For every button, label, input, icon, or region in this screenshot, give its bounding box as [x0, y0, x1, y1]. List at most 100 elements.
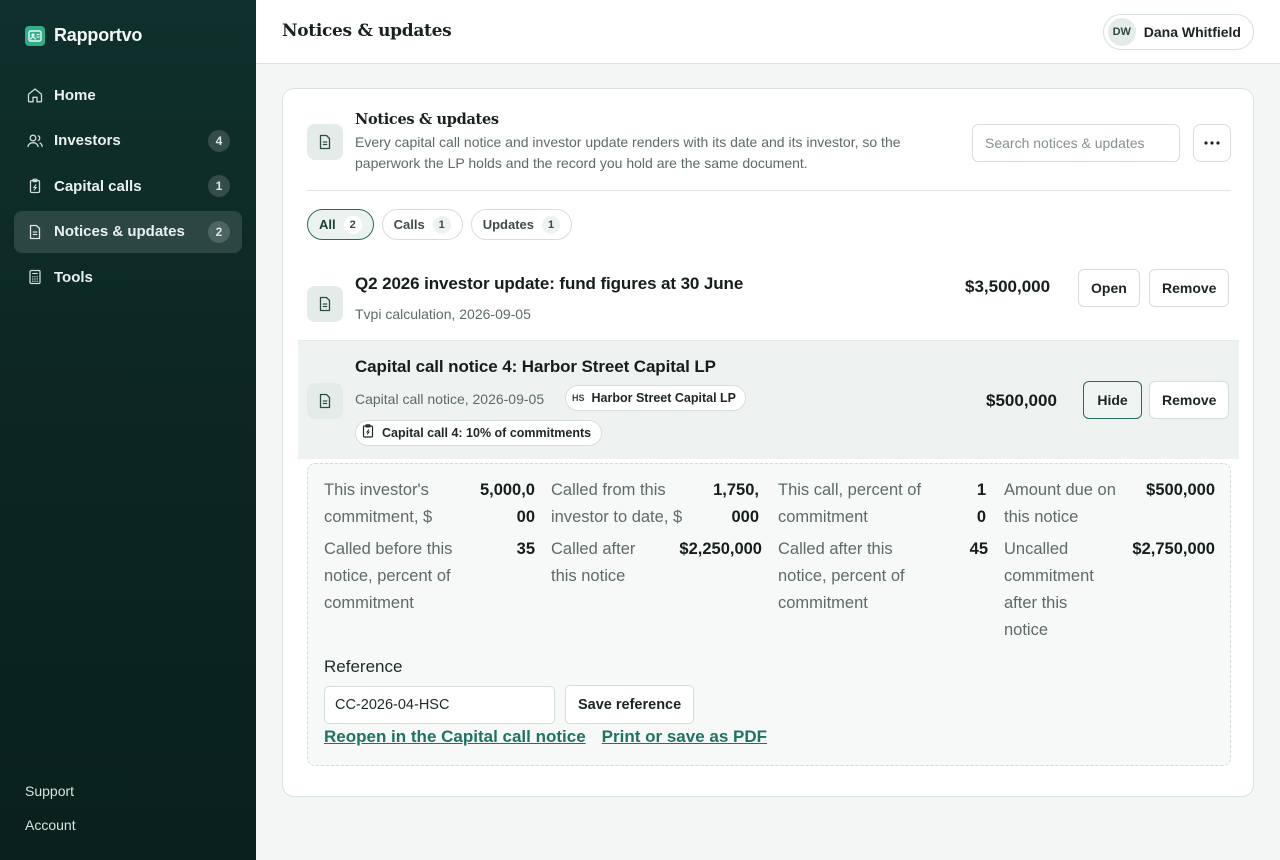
- tab-label: Updates: [482, 217, 534, 232]
- notice-title: Q2 2026 investor update: fund figures at…: [355, 274, 744, 293]
- notice-amount: $500,000: [986, 391, 1057, 410]
- sidebar-footer: Support Account: [25, 783, 76, 851]
- fact-label: Uncalled commitment after this notice: [1004, 540, 1094, 639]
- tab-label: Calls: [393, 217, 425, 232]
- fact-value: 5,000,000: [479, 481, 535, 526]
- notice-title: Capital call notice 4: Harbor Street Cap…: [355, 357, 716, 376]
- fact-label: Called after this notice: [551, 540, 636, 585]
- user-name: Dana Whitfield: [1143, 24, 1241, 40]
- document-icon: [307, 124, 343, 160]
- sidebar-item-home[interactable]: Home: [14, 74, 242, 116]
- sidebar-item-investors[interactable]: Investors 4: [14, 120, 242, 162]
- tab-count: 2: [343, 215, 362, 234]
- avatar: DW: [1107, 18, 1136, 46]
- fact-label: Called before this notice, percent of co…: [324, 540, 453, 612]
- fact-value: $2,250,000: [679, 540, 762, 558]
- fact-called-to-date: Called from this investor to date, $ 1,7…: [551, 477, 759, 531]
- home-icon: [26, 86, 44, 104]
- reference-input[interactable]: [324, 686, 555, 724]
- clipboard-icon: [362, 423, 374, 443]
- fact-label: Called after this notice, percent of com…: [778, 540, 905, 612]
- sidebar-item-label: Investors: [54, 132, 121, 149]
- investor-initials: HS: [572, 393, 585, 403]
- sidebar-item-tools[interactable]: Tools: [14, 256, 242, 298]
- open-button[interactable]: Open: [1078, 269, 1140, 307]
- calculator-icon: [26, 268, 44, 286]
- count-badge: 1: [208, 175, 230, 197]
- page-title: Notices & updates: [282, 21, 452, 41]
- sidebar-item-label: Tools: [54, 268, 93, 286]
- filter-tabs: All 2 Calls 1 Updates 1: [307, 209, 572, 240]
- tab-calls[interactable]: Calls 1: [381, 209, 463, 240]
- hide-button[interactable]: Hide: [1083, 381, 1142, 419]
- more-options-button[interactable]: [1193, 124, 1231, 162]
- search-input[interactable]: [972, 124, 1180, 162]
- document-icon: [26, 223, 44, 241]
- fact-value: 35: [516, 540, 535, 558]
- notice-detail-panel: This investor's commitment, $ 5,000,000 …: [307, 463, 1231, 766]
- remove-button[interactable]: Remove: [1149, 269, 1230, 307]
- brand-logo-icon: [25, 25, 45, 46]
- tab-updates[interactable]: Updates 1: [470, 209, 572, 240]
- reopen-link[interactable]: Reopen in the Capital call notice: [324, 727, 586, 747]
- clipboard-icon: [26, 177, 44, 195]
- notice-row-expanded: Capital call notice 4: Harbor Street Cap…: [298, 340, 1239, 459]
- fact-value: 1,750,000: [713, 481, 759, 526]
- fact-called-before-percent: Called before this notice, percent of co…: [324, 536, 535, 617]
- count-badge: 2: [208, 220, 230, 243]
- sidebar-nav: Home Investors 4 Capital calls 1 Notices…: [14, 74, 242, 302]
- fact-commitment: This investor's commitment, $ 5,000,000: [324, 477, 535, 531]
- account-link[interactable]: Account: [25, 817, 76, 833]
- fact-value: $500,000: [1146, 481, 1215, 499]
- notice-row: Q2 2026 investor update: fund figures at…: [307, 269, 1231, 339]
- save-reference-button[interactable]: Save reference: [565, 685, 695, 724]
- tab-count: 1: [432, 215, 451, 234]
- more-dots-icon: [1204, 141, 1220, 145]
- fact-amount-due: Amount due on this notice $500,000: [1004, 477, 1215, 531]
- document-icon: [307, 286, 343, 322]
- tab-count: 1: [542, 215, 560, 234]
- fact-value: 10: [976, 481, 986, 526]
- notice-amount: $3,500,000: [965, 277, 1051, 296]
- fact-value: 45: [969, 540, 988, 558]
- fact-value: $2,750,000: [1132, 540, 1215, 558]
- notices-card: Notices & updates Every capital call not…: [282, 88, 1254, 797]
- brand[interactable]: Rapportvo: [25, 25, 142, 46]
- sidebar-item-label: Home: [54, 86, 96, 104]
- tab-all[interactable]: All 2: [307, 209, 374, 240]
- fact-this-call-percent: This call, percent of commitment 10: [778, 477, 986, 531]
- sidebar-item-capital-calls[interactable]: Capital calls 1: [14, 165, 242, 207]
- tab-label: All: [319, 217, 336, 232]
- capital-call-label: Capital call 4: 10% of commitments: [382, 426, 592, 440]
- card-header: Notices & updates Every capital call not…: [307, 109, 1231, 191]
- detail-links: Reopen in the Capital call notice Print …: [324, 727, 767, 747]
- investor-chip[interactable]: HS Harbor Street Capital LP: [565, 385, 746, 411]
- count-badge: 4: [208, 129, 230, 152]
- fact-uncalled-commitment: Uncalled commitment after this notice $2…: [1004, 536, 1215, 644]
- investor-name: Harbor Street Capital LP: [591, 391, 736, 405]
- fact-label: Called from this investor to date, $: [551, 481, 683, 526]
- print-pdf-link[interactable]: Print or save as PDF: [602, 727, 767, 747]
- brand-name: Rapportvo: [54, 25, 143, 45]
- sidebar-item-notices-updates[interactable]: Notices & updates 2: [14, 210, 242, 253]
- notice-subtitle: Capital call notice, 2026-09-05: [355, 391, 545, 407]
- remove-button[interactable]: Remove: [1149, 381, 1230, 419]
- panel-title: Notices & updates: [355, 111, 499, 128]
- fact-label: This call, percent of commitment: [778, 481, 922, 526]
- user-menu[interactable]: DW Dana Whitfield: [1102, 14, 1254, 50]
- notice-subtitle: Tvpi calculation, 2026-09-05: [355, 306, 531, 322]
- sidebar-item-label: Notices & updates: [54, 223, 185, 240]
- fact-called-after-percent: Called after this notice, percent of com…: [778, 536, 988, 617]
- fact-label: Amount due on this notice: [1004, 481, 1116, 526]
- capital-call-chip[interactable]: Capital call 4: 10% of commitments: [355, 420, 603, 446]
- panel-description: Every capital call notice and investor u…: [355, 134, 901, 171]
- support-link[interactable]: Support: [25, 783, 76, 799]
- reference-label: Reference: [324, 657, 403, 676]
- sidebar-item-label: Capital calls: [54, 177, 142, 195]
- fact-label: This investor's commitment, $: [324, 481, 433, 526]
- top-bar: Notices & updates DW Dana Whitfield: [256, 0, 1280, 64]
- fact-called-after: Called after this notice $2,250,000: [551, 536, 762, 590]
- document-icon: [307, 383, 343, 419]
- users-icon: [26, 132, 44, 150]
- sidebar: Rapportvo Home Investors 4 Capital calls…: [0, 0, 256, 860]
